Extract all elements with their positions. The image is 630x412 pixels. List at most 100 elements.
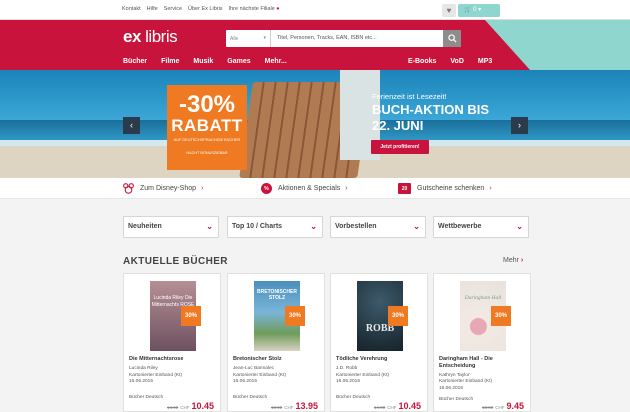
cart-icon: 🛒 (464, 7, 472, 13)
filiale-label: Ihre nächste Filiale (228, 6, 275, 12)
main-nav: Bücher Filme Musik Games Mehr... (123, 58, 301, 65)
book-date: 16.06.2015 (439, 385, 464, 391)
dropdown-label: Top 10 / Charts (232, 223, 283, 230)
search-scope-select[interactable]: Alle (226, 30, 271, 47)
top-link-ueber[interactable]: Über Ex Libris (188, 6, 223, 12)
discount-badge: 30% (285, 306, 305, 326)
book-title[interactable]: Bretonischer Stolz (233, 356, 323, 363)
logo-libris: libris (145, 27, 178, 46)
top-links: Kontakt Hilfe Service Über Ex Libris Ihr… (122, 6, 280, 12)
dropdown-label: Wettbewerbe (438, 223, 482, 230)
nav-ebooks[interactable]: E-Books (408, 58, 436, 65)
promo-disney-label: Zum Disney-Shop (140, 185, 197, 192)
promo-vouchers-label: Gutscheine schenken (417, 185, 485, 192)
dropdown-wettbewerbe[interactable]: Wettbewerbe ⌄ (433, 216, 529, 238)
nav-buecher[interactable]: Bücher (123, 58, 147, 65)
book-date: 16.06.2015 (129, 379, 154, 384)
nav-vod[interactable]: VoD (450, 58, 463, 65)
chevron-down-icon: ⌄ (516, 222, 523, 231)
chevron-down-icon: ⌄ (310, 222, 317, 231)
book-card[interactable]: Lucinda Riley Die Mitternachts ROSE 30% … (123, 273, 221, 412)
promo-actions-link[interactable]: % Aktionen & Specials › (261, 183, 348, 194)
book-title[interactable]: Daringham Hall - Die Entscheidung (439, 356, 529, 370)
promo-actions-label: Aktionen & Specials (278, 185, 341, 192)
search-button[interactable] (443, 30, 461, 47)
cart-count: 0 (473, 7, 477, 13)
chevron-right-icon: › (518, 120, 521, 130)
carousel-next-button[interactable]: › (511, 117, 528, 134)
nav-mehr[interactable]: Mehr... (265, 58, 287, 65)
book-language: Bücher Deutsch (233, 395, 268, 400)
book-language: Bücher Deutsch (336, 395, 371, 400)
book-card[interactable]: BRETONISCHER STOLZ 30% Bretonischer Stol… (227, 273, 325, 412)
nav-games[interactable]: Games (227, 58, 250, 65)
book-date: 16.06.2015 (336, 379, 361, 384)
hero-headline-2: 22. JUNI (372, 118, 424, 133)
top-link-filiale[interactable]: Ihre nächste Filiale ● (229, 6, 280, 12)
section-title: AKTUELLE BÜCHER (123, 256, 228, 267)
promo-vouchers-link[interactable]: 20 Gutscheine schenken › (398, 183, 492, 194)
dropdown-neuheiten[interactable]: Neuheiten ⌄ (123, 216, 219, 238)
book-title[interactable]: Tödliche Verehrung (336, 356, 426, 363)
hero-text: Ferienzeit ist Lesezeit! BUCH-AKTION BIS… (372, 92, 489, 133)
hero-banner[interactable] (0, 70, 630, 178)
gift-card-icon: 20 (398, 183, 411, 194)
logo-ex: ex (123, 27, 141, 46)
mickey-icon (123, 183, 134, 194)
hero-tagline: Ferienzeit ist Lesezeit! (372, 92, 447, 101)
chevron-right-icon: › (201, 185, 204, 192)
hero-headline-1: BUCH-AKTION BIS (372, 102, 489, 117)
top-link-hilfe[interactable]: Hilfe (147, 6, 158, 12)
top-link-kontakt[interactable]: Kontakt (122, 6, 141, 12)
discount-badge: 30% (388, 306, 408, 326)
nav-musik[interactable]: Musik (193, 58, 213, 65)
more-link[interactable]: Mehr › (503, 257, 523, 264)
top-link-service[interactable]: Service (164, 6, 182, 12)
nav-filme[interactable]: Filme (161, 58, 179, 65)
book-title[interactable]: Die Mitternachtsrose (129, 356, 219, 363)
discount-label: RABATT (171, 116, 243, 135)
currency: CHF (387, 405, 397, 410)
chevron-down-icon: ▾ (478, 7, 482, 13)
hero-cta-button[interactable]: Jetzt profitieren! (371, 140, 429, 154)
dropdown-label: Neuheiten (128, 223, 162, 230)
book-card[interactable]: Daringham Hall 30% Daringham Hall - Die … (433, 273, 531, 412)
nav-mp3[interactable]: MP3 (478, 58, 492, 65)
dropdown-charts[interactable]: Top 10 / Charts ⌄ (227, 216, 323, 238)
currency: CHF (180, 405, 190, 410)
book-price: 13.50 CHF 9.45 (482, 401, 524, 411)
exlibris-logo[interactable]: ex libris (123, 27, 178, 47)
search-input[interactable]: Titel, Personen, Tracks, EAN, ISBN etc..… (271, 30, 443, 47)
book-price: 19.90 CHF 13.95 (271, 401, 318, 411)
dropdown-vorbestellen[interactable]: Vorbestellen ⌄ (330, 216, 426, 238)
chevron-right-icon: › (520, 257, 524, 264)
new-price: 13.95 (295, 401, 318, 411)
promo-disney-link[interactable]: Zum Disney-Shop › (123, 183, 203, 194)
cart-button[interactable]: 🛒 0 ▾ (458, 4, 500, 17)
chevron-right-icon: › (345, 185, 348, 192)
book-date: 16.06.2015 (233, 379, 258, 384)
chevron-down-icon: ⌄ (206, 222, 213, 231)
discount-note: AUF DEUTSCHSPRACHIGE BÜCHER (173, 138, 241, 142)
new-price: 9.45 (506, 401, 524, 411)
old-price: 13.50 (481, 405, 494, 410)
dropdown-label: Vorbestellen (335, 223, 377, 230)
wishlist-heart-icon[interactable]: ♥ (442, 4, 456, 17)
percent-icon: % (261, 183, 272, 194)
chevron-right-icon: › (489, 185, 492, 192)
top-utility-bar: Kontakt Hilfe Service Über Ex Libris Ihr… (0, 0, 630, 20)
more-label: Mehr (503, 257, 519, 264)
book-price: 14.90 CHF 10.45 (167, 401, 214, 411)
main-header: ex libris Alle Titel, Personen, Tracks, … (0, 20, 630, 70)
book-price: 14.90 CHF 10.45 (374, 401, 421, 411)
discount-box: -30% RABATT AUF DEUTSCHSPRACHIGE BÜCHER … (167, 85, 247, 170)
cover-text: BRETONISCHER STOLZ (257, 289, 297, 301)
header-teal-stripe (485, 20, 630, 70)
discount-value: -30% (178, 91, 236, 118)
discount-badge: 30% (491, 306, 511, 326)
carousel-prev-button[interactable]: ‹ (123, 117, 140, 134)
currency: CHF (284, 405, 294, 410)
old-price: 14.90 (373, 405, 386, 410)
book-card[interactable]: ROBB 30% Tödliche Verehrung J.D. Robb Ka… (330, 273, 428, 412)
old-price: 19.90 (270, 405, 283, 410)
